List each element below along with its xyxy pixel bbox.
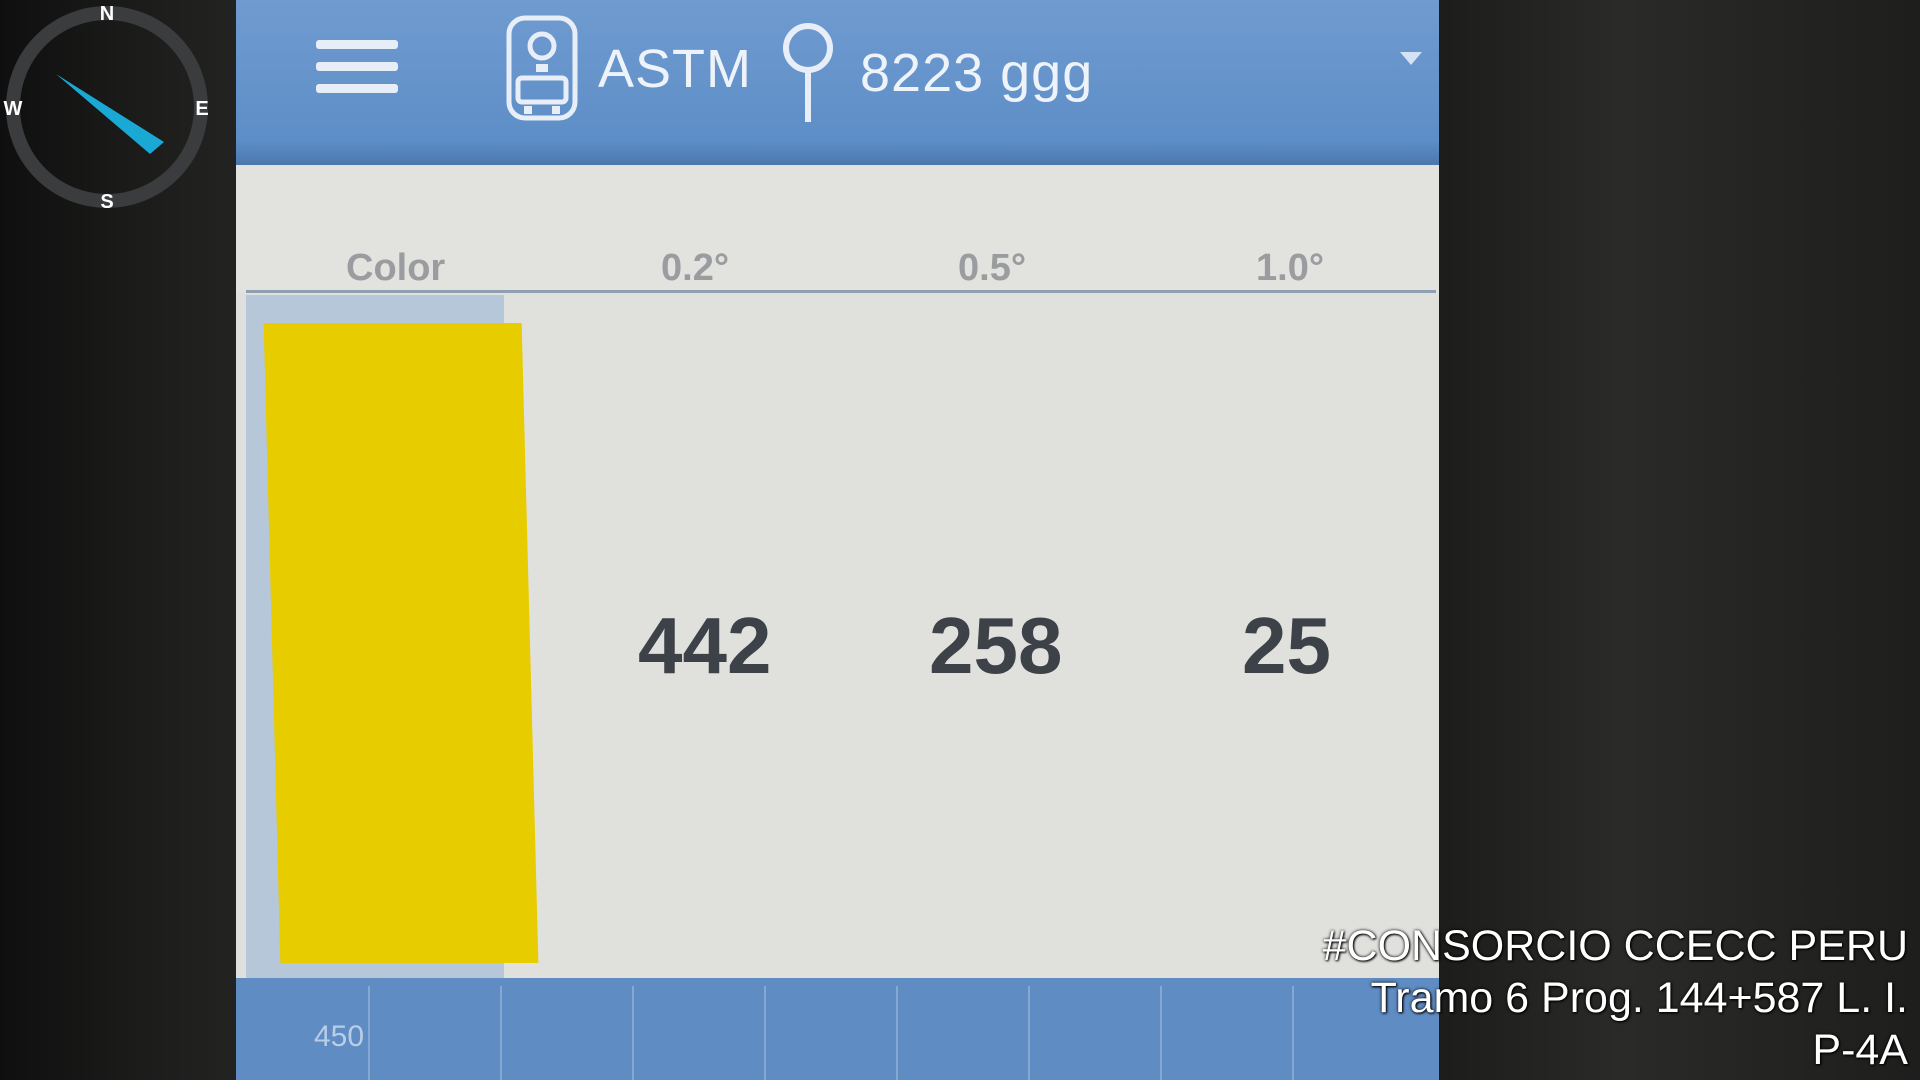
compass-south: S — [100, 191, 113, 213]
graph-gridline — [1292, 986, 1294, 1080]
graph-gridline — [1028, 986, 1030, 1080]
graph-gridline — [500, 986, 502, 1080]
compass-west: W — [4, 98, 23, 120]
value-0-2: 442 — [638, 601, 772, 690]
photo-watermark: #CONSORCIO CCECC PERU Tramo 6 Prog. 144+… — [1323, 920, 1908, 1076]
device-screen: ASTM 8223 ggg Color 0.2° 0.5° 1.0° 442 2… — [236, 0, 1439, 1080]
measurement-standard-label: ASTM — [598, 39, 753, 99]
column-header-1-0: 1.0° — [1256, 247, 1325, 289]
color-swatch — [263, 323, 539, 963]
color-cell — [246, 295, 539, 985]
graph-gridline — [368, 986, 370, 1080]
header-divider — [246, 290, 1436, 293]
graph-gridline — [1160, 986, 1162, 1080]
compass-north: N — [100, 3, 114, 25]
device-bezel-right — [1420, 0, 1920, 1080]
app-bar: ASTM 8223 ggg — [236, 0, 1439, 165]
graph-gridline — [896, 986, 898, 1080]
column-header-0-5: 0.5° — [958, 247, 1027, 289]
graph-axis-label: 450 — [314, 1020, 365, 1053]
compass-needle — [56, 74, 164, 154]
graph-gridline — [764, 986, 766, 1080]
graph-panel: 450 — [236, 978, 1439, 1080]
location-label[interactable]: 8223 ggg — [860, 42, 1093, 104]
retroreflectometer-icon — [506, 15, 578, 121]
column-header-0-2: 0.2° — [661, 247, 730, 289]
compass-east: E — [195, 98, 208, 120]
value-0-5: 258 — [929, 601, 1063, 690]
menu-icon[interactable] — [316, 40, 398, 100]
graph-gridline — [632, 986, 634, 1080]
value-1-0: 25 — [1242, 601, 1331, 690]
compass-icon: N E S W — [4, 3, 209, 213]
dropdown-caret-icon[interactable] — [1400, 52, 1422, 65]
table-header: Color 0.2° 0.5° 1.0° — [236, 165, 1439, 293]
photo-scene: ASTM 8223 ggg Color 0.2° 0.5° 1.0° 442 2… — [0, 0, 1920, 1080]
measurement-row: 442 258 25 — [246, 295, 1436, 985]
location-pin-icon — [783, 23, 833, 122]
watermark-line-3: P-4A — [1812, 1026, 1908, 1074]
watermark-line-1: #CONSORCIO CCECC PERU — [1322, 922, 1908, 970]
column-header-color: Color — [346, 247, 446, 289]
watermark-line-2: Tramo 6 Prog. 144+587 L. I. — [1370, 974, 1908, 1022]
